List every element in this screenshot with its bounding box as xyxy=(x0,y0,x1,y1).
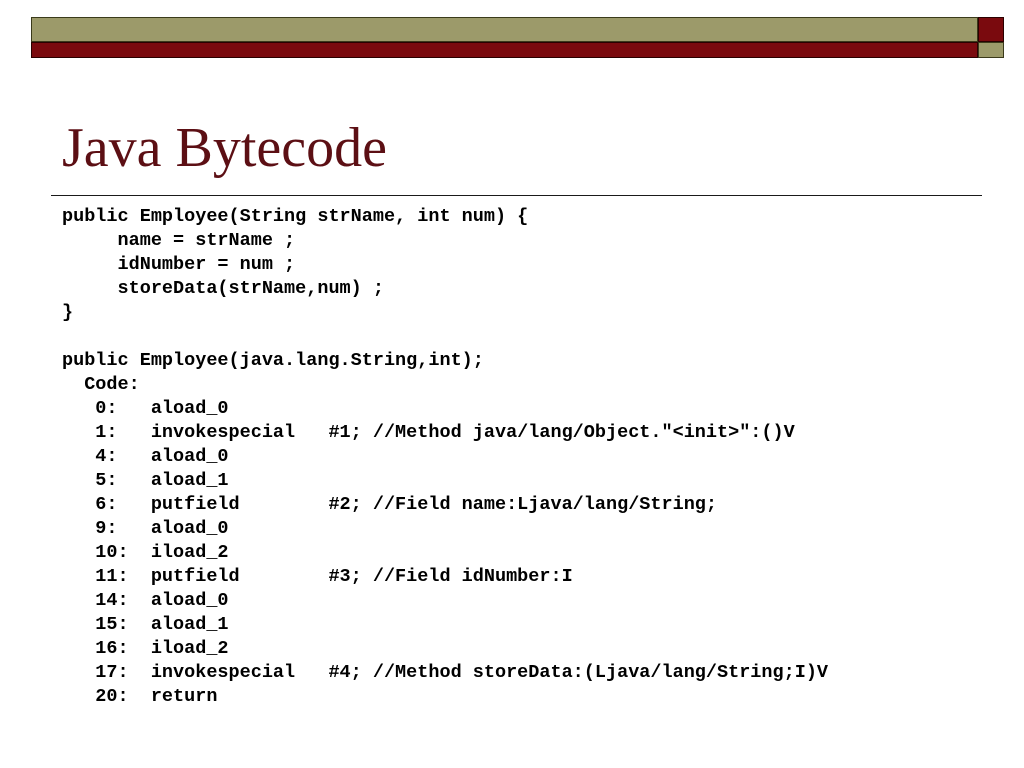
code-line: Code: xyxy=(62,374,140,395)
code-line: 20: return xyxy=(62,686,218,707)
code-line: 0: aload_0 xyxy=(62,398,229,419)
header-band-maroon xyxy=(31,42,978,58)
code-line: 14: aload_0 xyxy=(62,590,229,611)
code-block: public Employee(String strName, int num)… xyxy=(62,205,828,709)
code-line: 9: aload_0 xyxy=(62,518,229,539)
code-line: idNumber = num ; xyxy=(62,254,296,275)
code-line: public Employee(String strName, int num)… xyxy=(62,206,529,227)
code-line: 5: aload_1 xyxy=(62,470,229,491)
code-line: storeData(strName,num) ; xyxy=(62,278,384,299)
code-line: 16: iload_2 xyxy=(62,638,229,659)
title-divider xyxy=(51,195,982,196)
slide-title: Java Bytecode xyxy=(62,117,387,179)
code-line: 17: invokespecial #4; //Method storeData… xyxy=(62,662,829,683)
code-line: 15: aload_1 xyxy=(62,614,229,635)
code-line: name = strName ; xyxy=(62,230,296,251)
code-line: 4: aload_0 xyxy=(62,446,229,467)
code-line: 6: putfield #2; //Field name:Ljava/lang/… xyxy=(62,494,718,515)
code-line: 11: putfield #3; //Field idNumber:I xyxy=(62,566,573,587)
code-line: } xyxy=(62,302,74,323)
code-line: public Employee(java.lang.String,int); xyxy=(62,350,484,371)
corner-square-maroon xyxy=(978,17,1004,42)
header-band-olive xyxy=(31,17,978,42)
code-line: 1: invokespecial #1; //Method java/lang/… xyxy=(62,422,795,443)
corner-square-olive xyxy=(978,42,1004,58)
code-line: 10: iload_2 xyxy=(62,542,229,563)
